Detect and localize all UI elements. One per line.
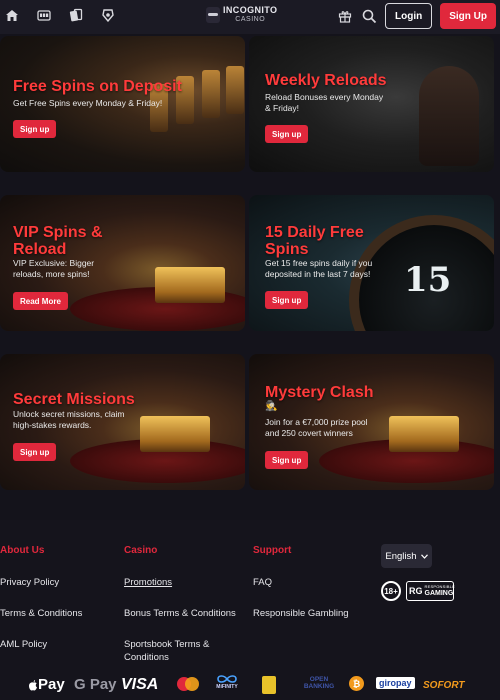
signup-button[interactable]: Sign Up [440,3,496,29]
footer-heading-about: About Us [0,545,45,556]
promo-signup-button[interactable]: Sign up [265,451,309,469]
promo-title: 15 Daily Free Spins [265,224,364,258]
footer-link-responsible-gambling[interactable]: Responsible Gambling [253,607,349,620]
bitcoin-icon: ₿ [349,676,364,691]
gift-icon[interactable] [337,8,353,24]
rg-mark: RG [409,586,423,596]
agent-emoji-icon: 🕵️ [265,401,278,412]
home-icon[interactable] [4,7,20,23]
mastercard-icon [177,677,199,691]
promo-title: Mystery Clash [265,384,374,401]
logo-text: INCOGNITO [223,5,278,15]
footer-link-terms[interactable]: Terms & Conditions [0,607,82,620]
promo-card-weekly-reloads[interactable]: Weekly Reloads Reload Bonuses every Mond… [249,36,494,172]
cards-icon[interactable] [68,7,84,23]
promo-card-daily-free-spins[interactable]: 15 15 Daily Free Spins Get 15 free spins… [249,195,494,331]
language-selector[interactable]: English [381,544,432,568]
google-pay-logo: G Pay [74,676,117,693]
promo-signup-button[interactable]: Sign up [13,120,57,138]
paysafe-logo [262,676,276,694]
promo-description: Unlock secret missions, claim high-stake… [13,409,125,430]
footer-link-aml[interactable]: AML Policy [0,638,47,651]
promo-description: Join for a €7,000 prize pool and 250 cov… [265,417,368,438]
bitcoin-logo: ₿ [349,676,364,691]
promo-signup-button[interactable]: Sign up [13,443,57,461]
promo-description: Reload Bonuses every Monday & Friday! [265,92,384,113]
language-value: English [385,550,417,562]
sports-icon[interactable] [100,7,116,23]
apple-pay-logo: Pay [28,676,65,693]
sofort-logo: SOFORT [423,680,465,691]
apple-icon [29,679,37,690]
footer-heading-support: Support [253,545,292,556]
site-logo[interactable]: INCOGNITO CASINO [206,6,277,24]
promo-signup-button[interactable]: Sign up [265,291,309,309]
promo-card-secret-missions[interactable]: Secret Missions Unlock secret missions, … [0,354,245,490]
paysafe-card-icon [262,676,276,694]
logo-subtext: CASINO [235,16,266,23]
footer-link-privacy[interactable]: Privacy Policy [0,576,59,589]
footer-link-promotions[interactable]: Promotions [124,576,172,589]
responsible-gaming-logo[interactable]: RG RESPONSIBLE GAMING [406,581,455,601]
mastercard-logo [175,676,201,692]
promo-title: Secret Missions [13,391,135,408]
promo-title: Free Spins on Deposit [13,78,182,95]
incognito-logo-icon [206,7,220,23]
promo-read-more-button[interactable]: Read More [13,292,68,310]
age-restriction-badge: 18+ [381,581,401,601]
mifinity-text: MiFINITY [216,684,238,690]
promo-card-vip[interactable]: VIP Spins & Reload VIP Exclusive: Bigger… [0,195,245,331]
footer-link-bonus-terms[interactable]: Bonus Terms & Conditions [124,607,236,620]
promo-card-free-spins[interactable]: Free Spins on Deposit Get Free Spins eve… [0,36,245,172]
open-banking-logo: OPEN BANKING [303,676,335,690]
apple-pay-text: Pay [38,676,65,693]
top-navigation-bar: INCOGNITO CASINO Login Sign Up [0,0,500,34]
mifinity-logo: MiFINITY [216,674,238,690]
visa-logo: VISA [121,676,159,693]
search-icon[interactable] [361,8,377,24]
footer-link-sportsbook-terms[interactable]: Sportsbook Terms & Conditions [124,638,234,664]
slot-machine-icon[interactable] [36,7,52,23]
giropay-logo: giropay [376,677,415,689]
promo-signup-button[interactable]: Sign up [265,125,309,143]
chevron-down-icon [420,553,428,559]
rg-big-text: GAMING [424,590,454,597]
login-button[interactable]: Login [385,3,433,29]
promo-title: VIP Spins & Reload [13,224,103,258]
promo-title: Weekly Reloads [265,72,387,89]
promo-description: Get Free Spins every Monday & Friday! [13,98,163,108]
promo-card-mystery-clash[interactable]: Mystery Clash 🕵️ Join for a €7,000 prize… [249,354,494,490]
promo-description: Get 15 free spins daily if you deposited… [265,258,373,279]
footer-heading-casino: Casino [124,545,158,556]
giropay-text: giropay [379,678,412,688]
promo-description: VIP Exclusive: Bigger reloads, more spin… [13,258,95,279]
nav-actions: Login Sign Up [337,3,496,29]
nav-icons [4,7,116,23]
footer-link-faq[interactable]: FAQ [253,576,272,589]
mifinity-icon [217,675,237,683]
roulette-number: 15 [404,260,452,300]
